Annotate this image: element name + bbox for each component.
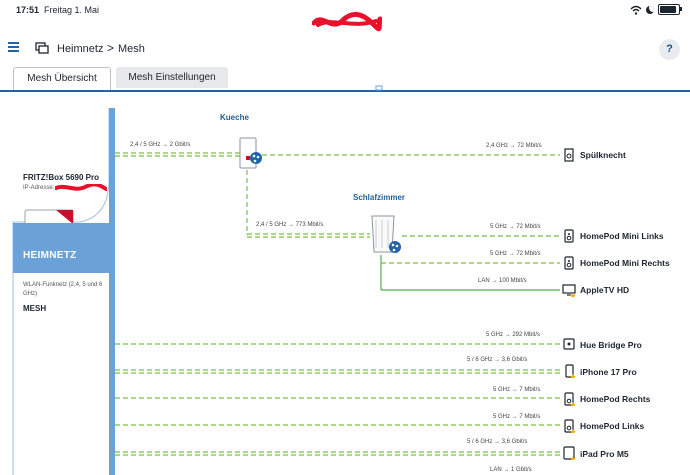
- connection-label: 5 GHz → 292 Mbit/s: [486, 332, 541, 338]
- device-name-homepod-links[interactable]: HomePod Links: [580, 421, 644, 431]
- device-name-homepod-mini-links[interactable]: HomePod Mini Links: [580, 231, 664, 241]
- device-name-homepod-rechts[interactable]: HomePod Rechts: [580, 394, 650, 404]
- connection-label: 5 GHz → 72 Mbit/s: [490, 224, 541, 230]
- tv-icon: [562, 284, 576, 297]
- connection-label: 2,4 GHz → 72 Mbit/s: [486, 143, 542, 149]
- device-name-spuelknecht[interactable]: Spülknecht: [580, 150, 626, 160]
- connection-label: 5 GHz → 72 Mbit/s: [490, 251, 541, 257]
- speaker-icon: [564, 392, 576, 406]
- kueche-repeater-icon: [239, 137, 262, 169]
- heimnetz-label: HEIMNETZ: [23, 250, 77, 261]
- ip-redaction-scribble: [55, 184, 107, 191]
- phone-icon: [565, 364, 576, 378]
- connection-label: 5 GHz → 7 Mbit/s: [493, 414, 541, 420]
- device-name-homepod-mini-rechts[interactable]: HomePod Mini Rechts: [580, 258, 670, 268]
- device-name-appletv-hd[interactable]: AppleTV HD: [580, 285, 629, 295]
- tablet-icon: [563, 446, 576, 460]
- connection-label: LAN → 1 Gbit/s: [490, 467, 532, 473]
- uplink-label-schlafzimmer: 2,4 / 5 GHz → 773 Mbit/s: [256, 222, 324, 228]
- speaker-icon: [564, 419, 576, 433]
- device-name-iphone-17-pro[interactable]: iPhone 17 Pro: [580, 367, 637, 377]
- room-label-schlafzimmer[interactable]: Schlafzimmer: [353, 193, 405, 202]
- fritzbox-name[interactable]: FRITZ!Box 5690 Pro: [23, 173, 99, 182]
- fritzbox-ip-label: IP-Adresse:: [23, 185, 55, 191]
- connection-label: 5 / 6 GHz → 3,6 Gbit/s: [467, 439, 528, 445]
- wlan-info: WLAN-Funknetz (2,4, 5 und 6 GHz): [23, 282, 103, 297]
- connection-label: LAN → 100 Mbit/s: [478, 278, 527, 284]
- schlafzimmer-repeater-icon: [371, 215, 401, 253]
- mesh-backbone-bar: [109, 108, 115, 475]
- speaker-icon: [564, 256, 574, 270]
- uplink-label-kueche: 2,4 / 5 GHz → 2 Gbit/s: [130, 142, 191, 148]
- connection-label: 5 GHz → 7 Mbit/s: [493, 387, 541, 393]
- device-name-ipad-pro-m5[interactable]: iPad Pro M5: [580, 449, 629, 459]
- device-name-hue-bridge-pro[interactable]: Hue Bridge Pro: [580, 340, 642, 350]
- speaker-icon: [564, 229, 574, 243]
- appliance-icon: [564, 148, 574, 162]
- connection-label: 5 / 6 GHz → 3,6 Gbit/s: [467, 357, 528, 363]
- mesh-mode-label: MESH: [23, 304, 47, 313]
- bridge-icon: [563, 338, 575, 350]
- room-label-kueche[interactable]: Kueche: [220, 113, 249, 122]
- heimnetz-block: [13, 223, 115, 273]
